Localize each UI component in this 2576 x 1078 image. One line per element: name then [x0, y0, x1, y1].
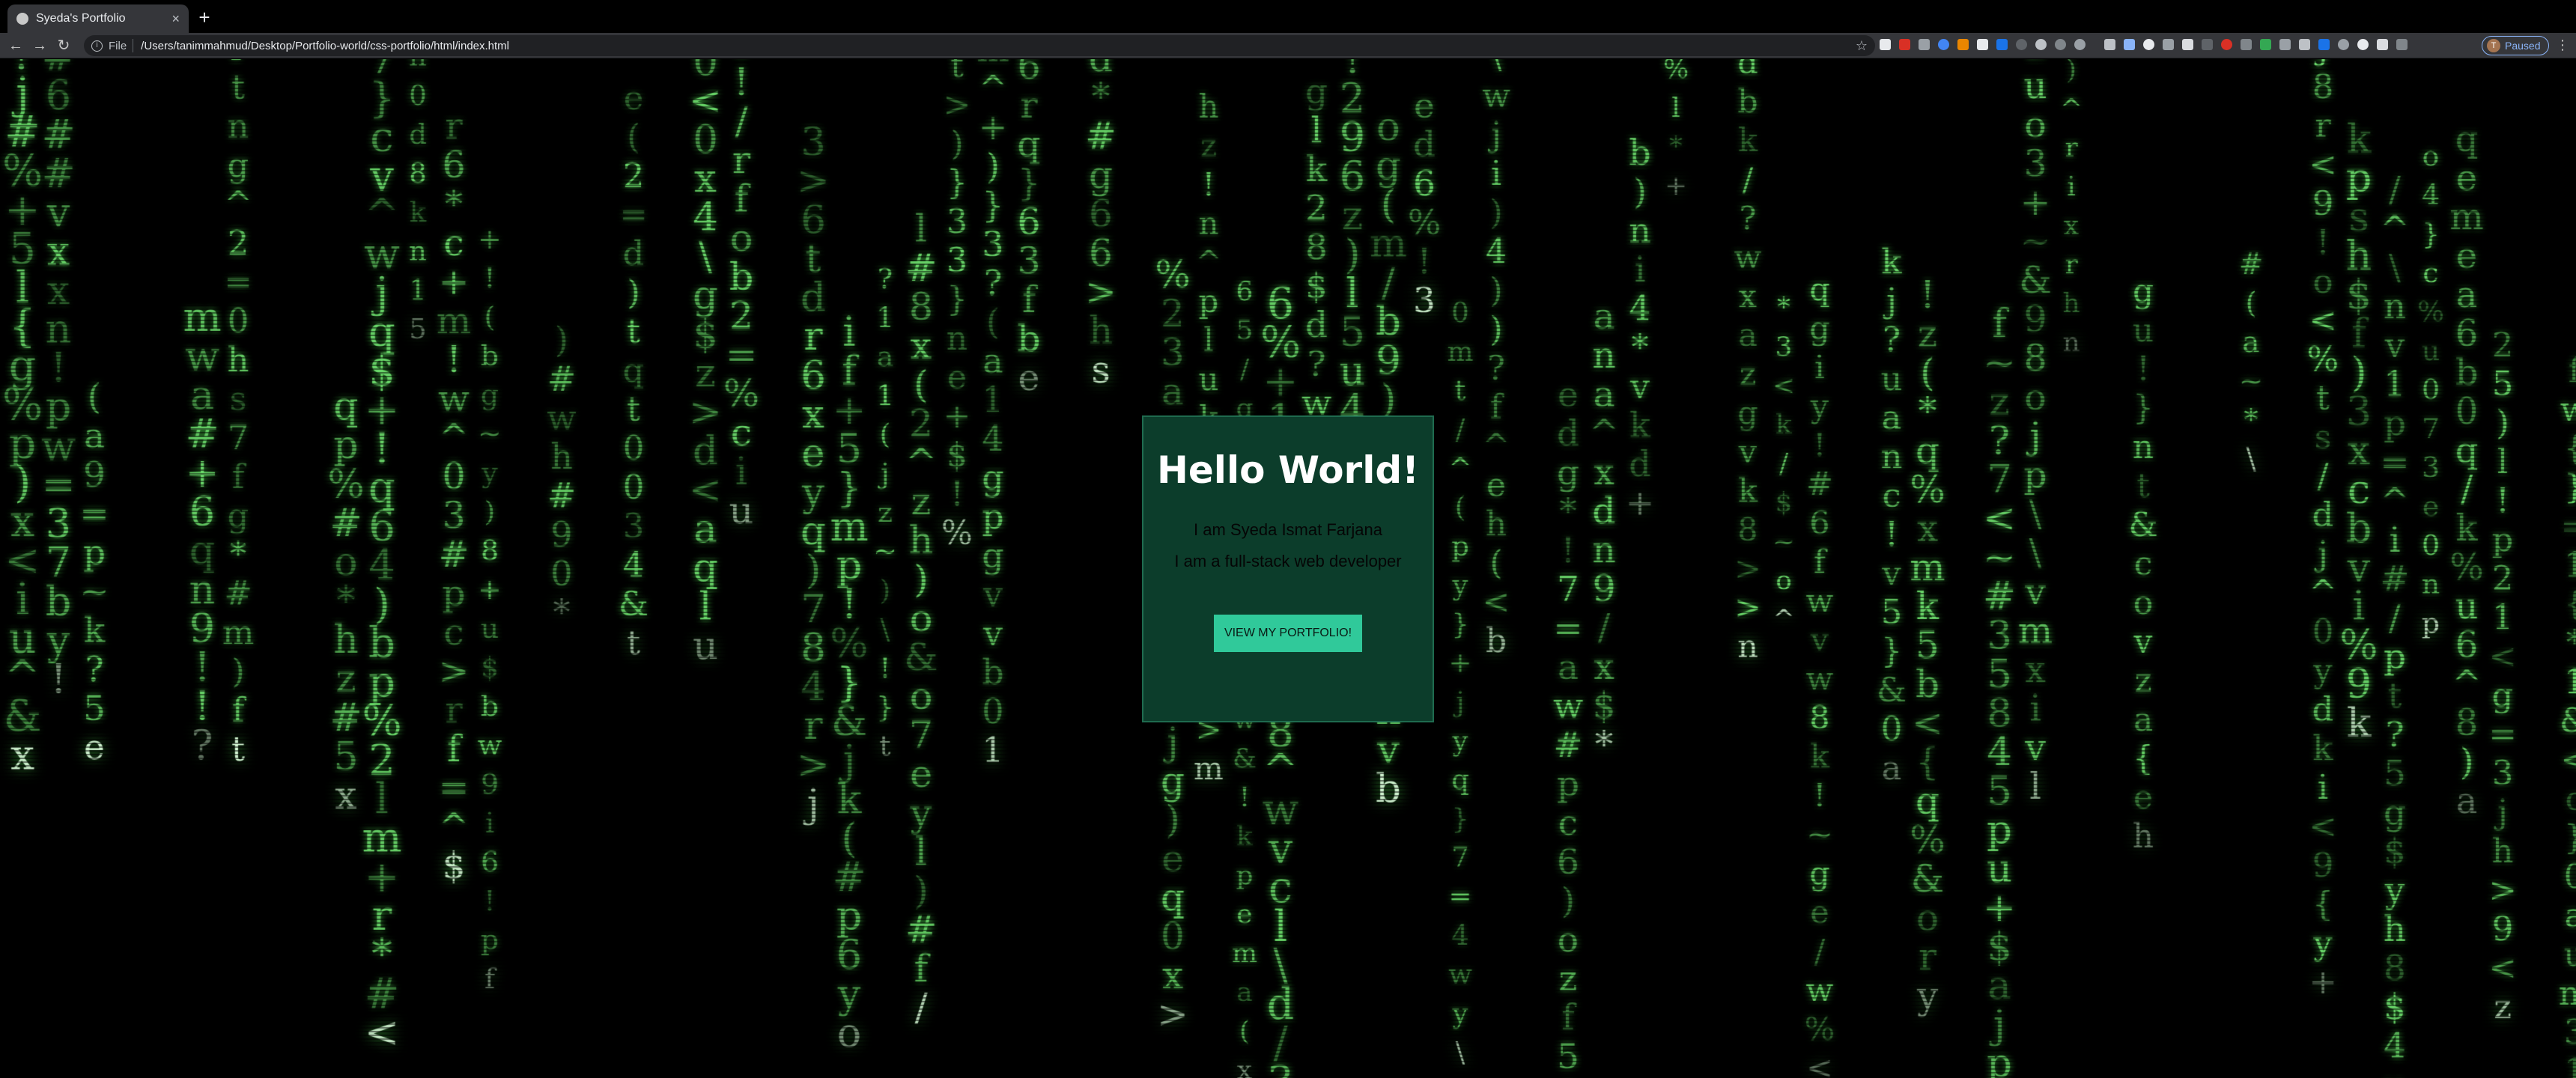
intro-name: I am Syeda Ismat Farjana: [1194, 520, 1382, 539]
star-icon[interactable]: ☆: [1856, 38, 1868, 54]
more-menu-icon[interactable]: ⋮: [2554, 36, 2572, 55]
page-viewport: Hello World! I am Syeda Ismat Farjana I …: [0, 59, 2576, 1078]
extension-icon[interactable]: [2182, 39, 2193, 50]
address-bar[interactable]: i File /Users/tanimmahmud/Desktop/Portfo…: [84, 35, 1875, 56]
extension-icon[interactable]: [1899, 39, 1910, 50]
extension-icon[interactable]: [2260, 39, 2271, 50]
extension-icon[interactable]: [2241, 39, 2252, 50]
extension-icon[interactable]: [2318, 39, 2330, 50]
extension-icon[interactable]: [2279, 39, 2291, 50]
extension-icon[interactable]: [2221, 39, 2232, 50]
page-title: Hello World!: [1157, 448, 1419, 492]
extension-icon[interactable]: [1977, 39, 1988, 50]
extension-icon[interactable]: [1938, 39, 1949, 50]
avatar: T: [2487, 39, 2500, 52]
extension-icon[interactable]: [2377, 39, 2388, 50]
extension-icon[interactable]: [2074, 39, 2086, 50]
extension-icons: [1880, 39, 2479, 54]
tab-title: Syeda's Portfolio: [36, 12, 126, 25]
reload-button[interactable]: ↻: [54, 36, 73, 55]
extension-icon[interactable]: [2104, 39, 2115, 50]
extension-icon[interactable]: [2338, 39, 2349, 50]
intro-card: Hello World! I am Syeda Ismat Farjana I …: [1142, 415, 1434, 722]
profile-button[interactable]: T Paused: [2482, 36, 2549, 55]
intro-role: I am a full-stack web developer: [1174, 552, 1402, 570]
extension-icon[interactable]: [2299, 39, 2310, 50]
browser-toolbar: ← → ↻ i File /Users/tanimmahmud/Desktop/…: [0, 33, 2576, 58]
extension-icon[interactable]: [2396, 39, 2408, 50]
globe-icon: [16, 13, 28, 25]
extension-icon[interactable]: [2163, 39, 2174, 50]
tab-strip: Syeda's Portfolio × +: [0, 0, 2576, 33]
extension-icon[interactable]: [2016, 39, 2027, 50]
close-icon[interactable]: ×: [171, 11, 180, 27]
extension-icon[interactable]: [2055, 39, 2066, 50]
back-button[interactable]: ←: [6, 36, 25, 55]
new-tab-button[interactable]: +: [193, 6, 216, 28]
extension-icon[interactable]: [2357, 39, 2369, 50]
extension-icon[interactable]: [2124, 39, 2135, 50]
profile-status: Paused: [2505, 40, 2541, 52]
extension-icon[interactable]: [1919, 39, 1930, 50]
extension-icon[interactable]: [1957, 39, 1969, 50]
url-text[interactable]: /Users/tanimmahmud/Desktop/Portfolio-wor…: [141, 40, 1856, 52]
scheme-label: File: [109, 39, 127, 52]
extension-icon[interactable]: [1996, 39, 2008, 50]
extension-icon[interactable]: [2035, 39, 2047, 50]
extension-icon[interactable]: [2202, 39, 2213, 50]
info-icon[interactable]: i: [91, 40, 103, 52]
tab-portfolio[interactable]: Syeda's Portfolio ×: [7, 4, 189, 33]
extension-icon[interactable]: [2143, 39, 2154, 50]
view-portfolio-button[interactable]: VIEW MY PORTFOLIO!: [1214, 615, 1362, 652]
forward-button[interactable]: →: [30, 36, 49, 55]
extension-icon[interactable]: [1880, 39, 1891, 50]
